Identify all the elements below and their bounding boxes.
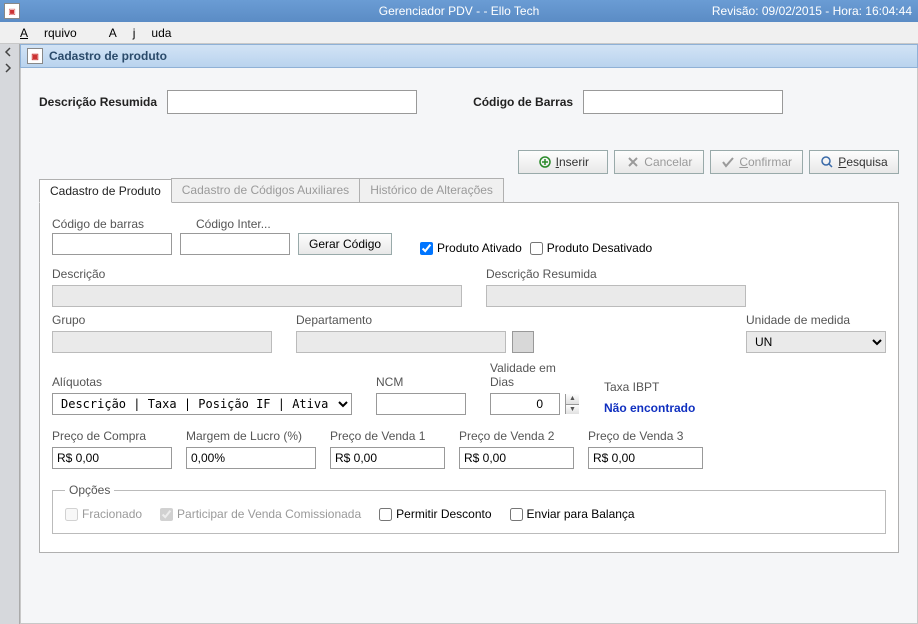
tab-strip: Cadastro de Produto Cadastro de Códigos … <box>39 178 899 203</box>
spin-down-icon[interactable]: ▼ <box>565 405 579 415</box>
tab-historico[interactable]: Histórico de Alterações <box>359 178 504 202</box>
balanca-checkbox[interactable]: Enviar para Balança <box>510 507 635 521</box>
search-button[interactable]: Pesquisa <box>809 150 899 174</box>
menu-bar: Arquivo Ajuda <box>0 22 918 44</box>
revision-text: Revisão: 09/02/2015 - Hora: 16:04:44 <box>712 4 912 18</box>
options-legend: Opções <box>65 483 114 497</box>
grupo-label: Grupo <box>52 313 272 327</box>
desconto-checkbox[interactable]: Permitir Desconto <box>379 507 491 521</box>
search-icon <box>820 155 834 169</box>
validade-label: Validade em Dias <box>490 361 580 389</box>
taxa-ibpt-value: Não encontrado <box>604 398 754 415</box>
codigo-barras-input[interactable] <box>583 90 783 114</box>
app-icon: ▣ <box>4 3 20 19</box>
preco-compra-field[interactable] <box>52 447 172 469</box>
codigo-barras-label: Código de Barras <box>473 95 573 109</box>
departamento-label: Departamento <box>296 313 546 327</box>
preco-v2-label: Preço de Venda 2 <box>459 429 574 443</box>
tab-cadastro[interactable]: Cadastro de Produto <box>39 179 172 203</box>
descricao-field[interactable] <box>52 285 462 307</box>
departamento-picker-button[interactable] <box>512 331 534 353</box>
aliquotas-label: Alíquotas <box>52 375 352 389</box>
codigo-barras-field[interactable] <box>52 233 172 255</box>
spin-up-icon[interactable]: ▲ <box>565 394 579 405</box>
preco-v1-label: Preço de Venda 1 <box>330 429 445 443</box>
taxa-ibpt-label: Taxa IBPT <box>604 380 754 394</box>
codigo-interno-field[interactable] <box>180 233 290 255</box>
panel-title-bar: ▣ Cadastro de produto <box>20 44 918 68</box>
cancel-button[interactable]: Cancelar <box>614 150 704 174</box>
descricao-resumida-label2: Descrição Resumida <box>486 267 746 281</box>
margem-field[interactable] <box>186 447 316 469</box>
preco-v3-field[interactable] <box>588 447 703 469</box>
plus-icon <box>538 155 552 169</box>
ncm-label: NCM <box>376 375 466 389</box>
chevron-right-icon <box>0 60 16 76</box>
descricao-label: Descrição <box>52 267 462 281</box>
menu-file[interactable]: Arquivo <box>4 24 93 42</box>
chevron-left-icon <box>0 44 16 60</box>
comissionada-checkbox: Participar de Venda Comissionada <box>160 507 361 521</box>
codigo-barras-field-label: Código de barras <box>52 217 172 231</box>
x-icon <box>626 155 640 169</box>
tab-codigos[interactable]: Cadastro de Códigos Auxiliares <box>171 178 360 202</box>
grupo-field[interactable] <box>52 331 272 353</box>
desc-resumida-input[interactable] <box>167 90 417 114</box>
ncm-field[interactable] <box>376 393 466 415</box>
preco-v1-field[interactable] <box>330 447 445 469</box>
insert-button[interactable]: Inserir <box>518 150 608 174</box>
menu-help[interactable]: Ajuda <box>93 24 188 42</box>
desc-resumida-label: Descrição Resumida <box>39 95 157 109</box>
gerar-codigo-button[interactable]: Gerar Código <box>298 233 392 255</box>
tab-content: Código de barras Código Inter... Gerar C… <box>39 203 899 553</box>
margem-label: Margem de Lucro (%) <box>186 429 316 443</box>
app-title: Gerenciador PDV - - Ello Tech <box>379 4 540 18</box>
panel-title: Cadastro de produto <box>49 49 167 63</box>
descricao-resumida-field[interactable] <box>486 285 746 307</box>
validade-field[interactable] <box>490 393 560 415</box>
panel-icon: ▣ <box>27 48 43 64</box>
confirm-button[interactable]: Confirmar <box>710 150 803 174</box>
produto-ativado-checkbox[interactable]: Produto Ativado <box>420 241 522 255</box>
departamento-field[interactable] <box>296 331 506 353</box>
aliquotas-select[interactable]: Descrição | Taxa | Posição IF | Ativa <box>52 393 352 415</box>
produto-desativado-checkbox[interactable]: Produto Desativado <box>530 241 652 255</box>
unidade-label: Unidade de medida <box>746 313 886 327</box>
preco-v2-field[interactable] <box>459 447 574 469</box>
check-icon <box>721 155 735 169</box>
options-group: Opções Fracionado Participar de Venda Co… <box>52 483 886 534</box>
side-collapse-bar[interactable] <box>0 44 20 624</box>
unidade-select[interactable]: UN <box>746 331 886 353</box>
preco-v3-label: Preço de Venda 3 <box>588 429 703 443</box>
title-bar: ▣ Gerenciador PDV - - Ello Tech Revisão:… <box>0 0 918 22</box>
codigo-interno-label: Código Inter... <box>196 217 306 231</box>
preco-compra-label: Preço de Compra <box>52 429 172 443</box>
validade-spinner[interactable]: ▲▼ <box>565 394 579 414</box>
fracionado-checkbox: Fracionado <box>65 507 142 521</box>
